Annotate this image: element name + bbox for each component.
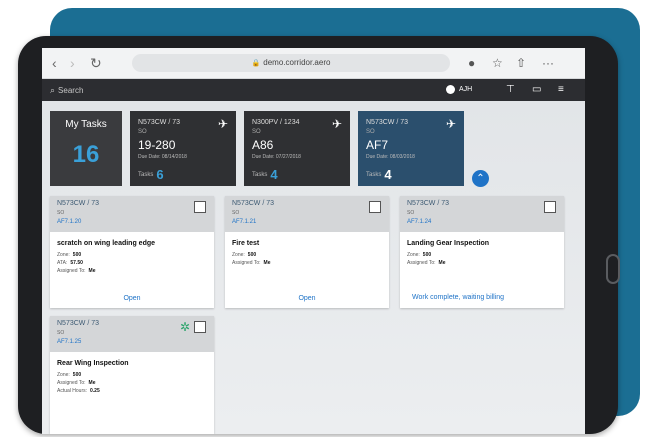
card-field: ATA: 57.50 bbox=[57, 260, 83, 266]
card-field: Assigned To: Me bbox=[57, 268, 96, 274]
lock-icon: 🔒 bbox=[251, 60, 261, 67]
share-icon[interactable]: ⇧ bbox=[516, 54, 526, 72]
card-sub: SO bbox=[407, 210, 415, 216]
forward-icon[interactable]: › bbox=[70, 54, 75, 72]
select-checkbox[interactable] bbox=[194, 321, 206, 333]
task-board: My Tasks 16 ✈ N573CW / 73 SO 19-280 Due … bbox=[42, 101, 585, 434]
flight-tile-selected[interactable]: ✈ N573CW / 73 SO AF7 Due Date: 08/03/201… bbox=[358, 111, 464, 186]
card-title: Landing Gear Inspection bbox=[407, 240, 490, 247]
card-field: Assigned To: Me bbox=[407, 260, 446, 266]
card-work-order[interactable]: AF7.1.25 bbox=[57, 339, 81, 345]
flight-ident: A86 bbox=[252, 138, 274, 152]
task-card[interactable]: N573CW / 73 SO AF7.1.25 ✲ Rear Wing Insp… bbox=[50, 316, 214, 434]
address-bar[interactable]: 🔒 demo.corridor.aero bbox=[132, 54, 450, 72]
avatar-icon bbox=[446, 84, 455, 94]
url-text: demo.corridor.aero bbox=[263, 58, 331, 67]
airplane-icon: ✈ bbox=[331, 117, 342, 131]
due-date: Due Date: 08/14/2018 bbox=[138, 154, 187, 160]
select-checkbox[interactable] bbox=[544, 201, 556, 213]
my-tasks-tile[interactable]: My Tasks 16 bbox=[50, 111, 122, 186]
tablet-screen: ‹ › ↻ 🔒 demo.corridor.aero ● ☆ ⇧ ··· ⌕ Sea… bbox=[42, 48, 585, 434]
card-field: Zone: 500 bbox=[232, 252, 257, 258]
select-checkbox[interactable] bbox=[369, 201, 381, 213]
flight-ident: AF7 bbox=[366, 138, 389, 152]
card-work-order[interactable]: AF7.1.24 bbox=[407, 219, 431, 225]
select-checkbox[interactable] bbox=[194, 201, 206, 213]
my-tasks-count: 16 bbox=[72, 141, 100, 168]
bug-icon: ✲ bbox=[179, 320, 190, 334]
card-flight: N573CW / 73 bbox=[57, 200, 100, 207]
search-placeholder: Search bbox=[58, 86, 84, 95]
card-title: scratch on wing leading edge bbox=[57, 240, 156, 247]
card-field: Assigned To: Me bbox=[232, 260, 271, 266]
window-icon[interactable]: ▭ bbox=[532, 82, 541, 98]
card-work-order[interactable]: AF7.1.21 bbox=[232, 219, 256, 225]
card-sub: SO bbox=[232, 210, 240, 216]
card-field: Zone: 500 bbox=[407, 252, 432, 258]
more-icon[interactable]: ··· bbox=[542, 54, 554, 72]
menu-icon[interactable]: ≡ bbox=[558, 82, 564, 98]
card-status-link[interactable]: Open bbox=[225, 295, 389, 302]
card-status-link[interactable]: Work complete, waiting billing bbox=[412, 294, 552, 302]
back-icon[interactable]: ‹ bbox=[52, 54, 57, 72]
mic-icon[interactable]: ● bbox=[468, 54, 475, 72]
card-work-order[interactable]: AF7.1.20 bbox=[57, 219, 81, 225]
due-date: Due Date: 08/03/2018 bbox=[366, 154, 415, 160]
airplane-icon: ✈ bbox=[217, 117, 228, 131]
task-card-header: N573CW / 73 SO AF7.1.25 ✲ bbox=[50, 316, 214, 352]
task-card[interactable]: N573CW / 73 SO AF7.1.20 scratch on wing … bbox=[50, 196, 214, 308]
flight-number: N573CW / 73 bbox=[138, 119, 181, 126]
card-sub: SO bbox=[57, 210, 65, 216]
airplane-icon: ✈ bbox=[445, 117, 456, 131]
card-field: Zone: 500 bbox=[57, 372, 82, 378]
flight-ident: 19-280 bbox=[138, 138, 176, 152]
task-card-header: N573CW / 73 SO AF7.1.20 bbox=[50, 196, 214, 232]
task-card[interactable]: N573CW / 73 SO AF7.1.21 Fire test Zone: 5… bbox=[225, 196, 389, 308]
task-count: Tasks 6 bbox=[138, 167, 164, 182]
task-card-header: N573CW / 73 SO AF7.1.21 bbox=[225, 196, 389, 232]
card-field: Zone: 500 bbox=[57, 252, 82, 258]
search-input[interactable]: ⌕ Search bbox=[50, 83, 200, 97]
card-title: Fire test bbox=[232, 240, 260, 247]
home-button[interactable] bbox=[606, 254, 620, 284]
flight-sub: SO bbox=[366, 129, 375, 135]
search-icon: ⌕ bbox=[50, 85, 56, 95]
flight-sub: SO bbox=[138, 129, 147, 135]
card-flight: N573CW / 73 bbox=[407, 200, 450, 207]
flight-tile[interactable]: ✈ N300PV / 1234 SO A86 Due Date: 07/27/2… bbox=[244, 111, 350, 186]
card-flight: N573CW / 73 bbox=[57, 320, 100, 327]
task-card[interactable]: N573CW / 73 SO AF7.1.24 Landing Gear Ins… bbox=[400, 196, 564, 308]
card-field: Actual Hours: 0.25 bbox=[57, 388, 100, 394]
task-count: Tasks 4 bbox=[366, 167, 392, 182]
user-menu[interactable]: AJH bbox=[446, 82, 472, 98]
card-sub: SO bbox=[57, 330, 65, 336]
flight-number: N300PV / 1234 bbox=[252, 119, 300, 126]
card-flight: N573CW / 73 bbox=[232, 200, 275, 207]
collapse-button[interactable]: ⌃ bbox=[472, 170, 489, 187]
flight-tile[interactable]: ✈ N573CW / 73 SO 19-280 Due Date: 08/14/… bbox=[130, 111, 236, 186]
due-date: Due Date: 07/27/2018 bbox=[252, 154, 301, 160]
flight-number: N573CW / 73 bbox=[366, 119, 409, 126]
user-initials: AJH bbox=[459, 86, 473, 93]
bookmark-star-icon[interactable]: ☆ bbox=[492, 54, 503, 72]
browser-toolbar: ‹ › ↻ 🔒 demo.corridor.aero ● ☆ ⇧ ··· bbox=[42, 48, 585, 79]
task-card-header: N573CW / 73 SO AF7.1.24 bbox=[400, 196, 564, 232]
card-title: Rear Wing Inspection bbox=[57, 360, 129, 367]
card-field: Assigned To: Me bbox=[57, 380, 96, 386]
filter-icon[interactable]: ⊤ bbox=[506, 82, 515, 98]
app-header: ⌕ Search AJH ⊤ ▭ ≡ bbox=[42, 79, 585, 101]
task-count: Tasks 4 bbox=[252, 167, 278, 182]
chevron-up-icon: ⌃ bbox=[476, 173, 485, 184]
reload-icon[interactable]: ↻ bbox=[90, 54, 102, 72]
card-status-link[interactable]: Open bbox=[50, 295, 214, 302]
my-tasks-title: My Tasks bbox=[65, 119, 107, 130]
flight-sub: SO bbox=[252, 129, 261, 135]
